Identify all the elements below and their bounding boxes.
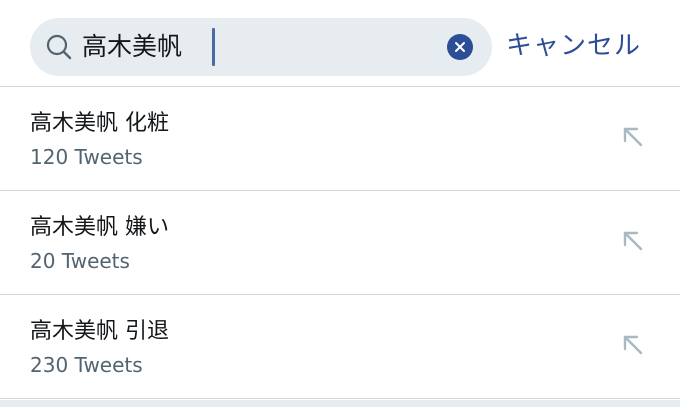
cancel-button[interactable]: キャンセル xyxy=(506,26,641,66)
suggestion-count: 20 Tweets xyxy=(30,249,130,273)
suggestion-title: 高木美帆 化粧 xyxy=(30,111,169,136)
search-screen: 高木美帆 キャンセル 高木美帆 化粧 120 Tweets 高木美帆 嫌い 20… xyxy=(0,0,680,407)
arrow-up-left-icon[interactable] xyxy=(619,331,647,359)
suggestion-count: 120 Tweets xyxy=(30,145,143,169)
suggestion-title: 高木美帆 引退 xyxy=(30,319,169,344)
close-icon xyxy=(455,42,465,52)
arrow-up-left-icon[interactable] xyxy=(619,123,647,151)
search-header: 高木美帆 キャンセル xyxy=(0,0,680,87)
text-cursor xyxy=(212,28,215,66)
search-input[interactable]: 高木美帆 xyxy=(82,27,182,67)
suggestion-count: 230 Tweets xyxy=(30,353,143,377)
arrow-up-left-icon[interactable] xyxy=(619,227,647,255)
search-box[interactable]: 高木美帆 xyxy=(30,18,492,76)
suggestion-item[interactable]: 高木美帆 嫌い 20 Tweets xyxy=(0,191,680,295)
search-icon xyxy=(45,33,73,61)
suggestion-item[interactable]: 高木美帆 化粧 120 Tweets xyxy=(0,87,680,191)
list-footer-divider xyxy=(0,400,680,407)
suggestion-title: 高木美帆 嫌い xyxy=(30,215,169,240)
suggestion-item[interactable]: 高木美帆 引退 230 Tweets xyxy=(0,295,680,399)
clear-search-button[interactable] xyxy=(447,34,473,60)
